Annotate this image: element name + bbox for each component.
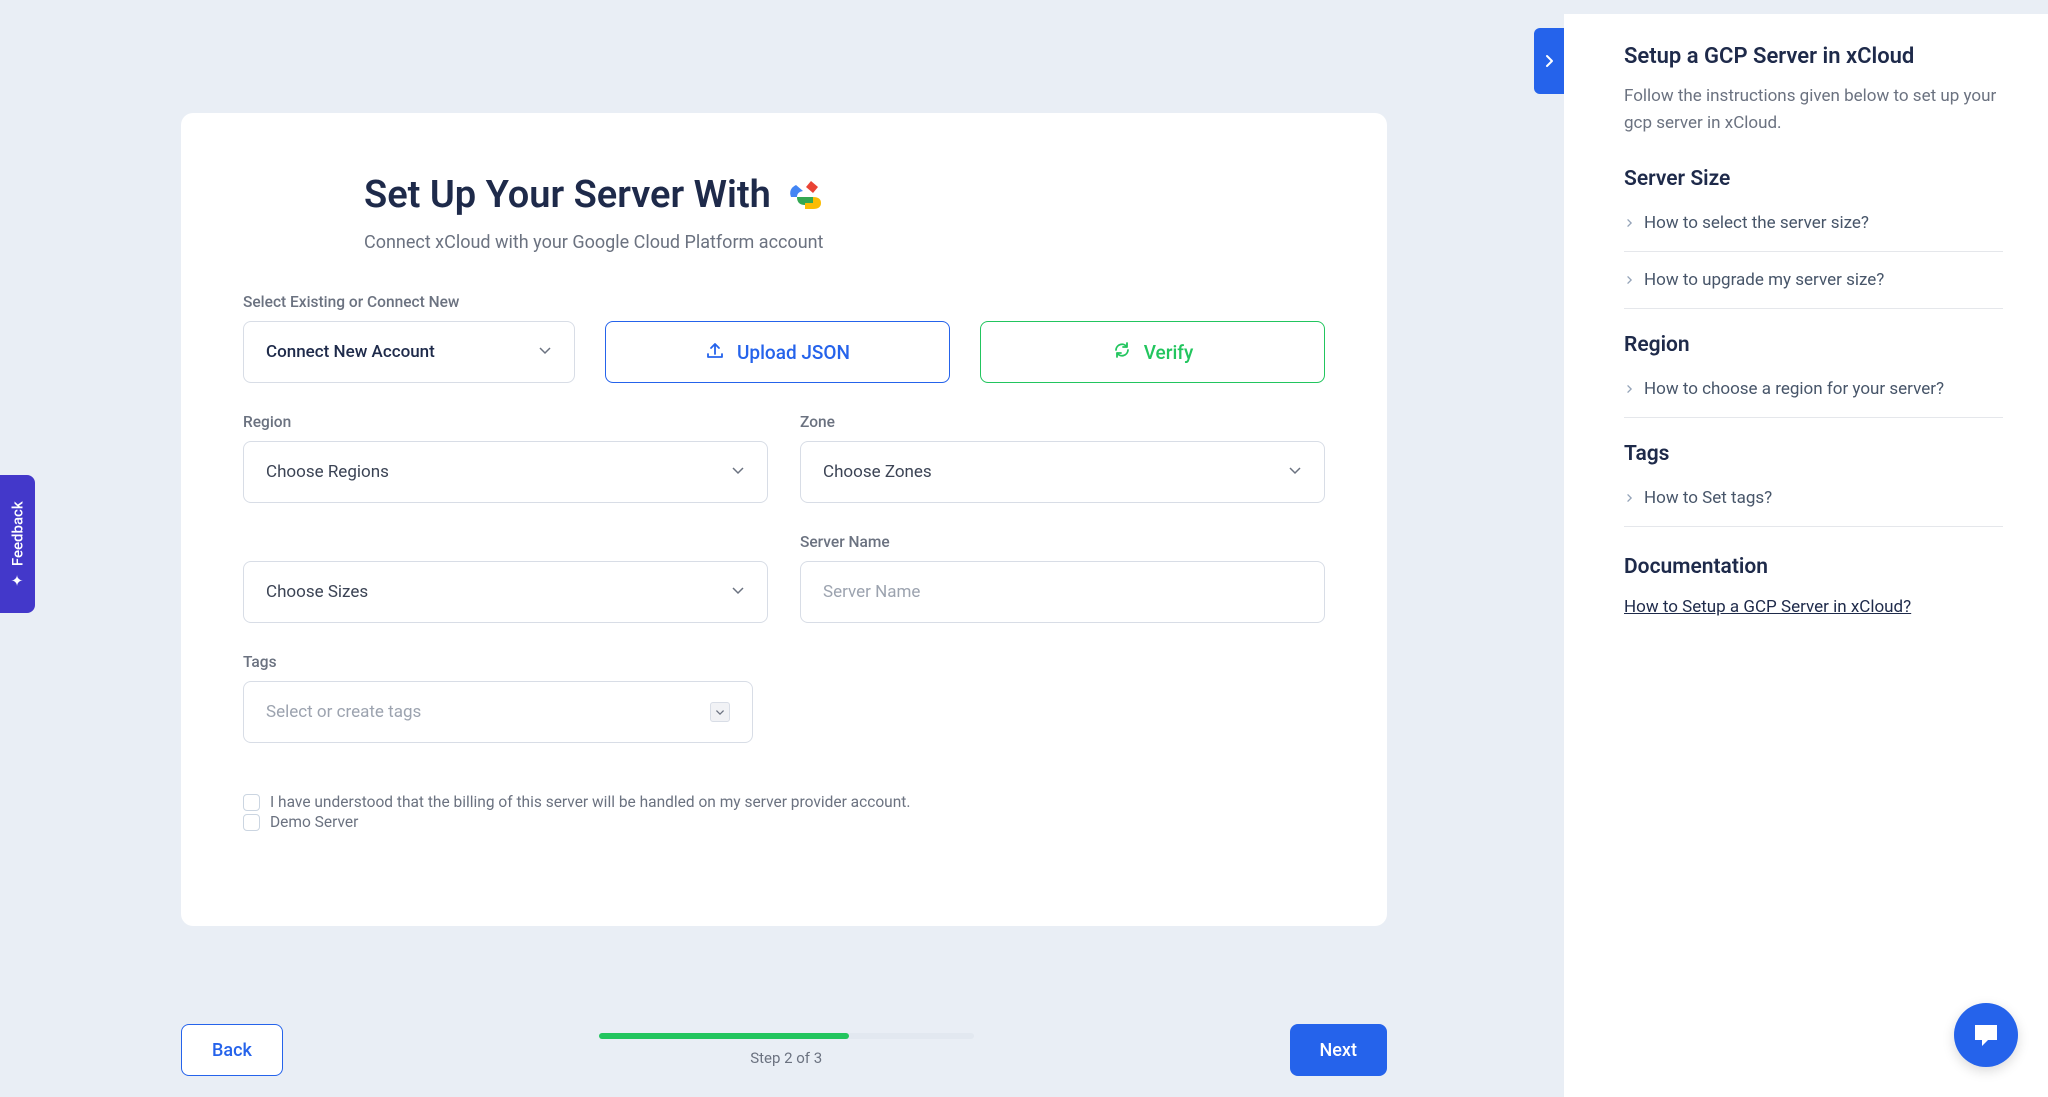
back-button[interactable]: Back [181,1024,283,1076]
help-sidebar: Setup a GCP Server in xCloud Follow the … [1564,14,2048,1097]
progress-wrap: Step 2 of 3 [599,1033,974,1067]
verify-button[interactable]: Verify [980,321,1325,383]
chevron-down-icon [538,342,552,362]
demo-checkbox-row: Demo Server [243,813,1325,831]
doc-heading: Documentation [1624,555,2003,579]
zone-placeholder: Choose Zones [823,462,932,482]
feedback-text: Feedback [9,501,27,566]
tags-label: Tags [243,653,1325,671]
verify-label: Verify [1144,341,1194,364]
region-dropdown[interactable]: Choose Regions [243,441,768,503]
chevron-right-icon [1624,379,1634,399]
chevron-right-icon [1624,270,1634,290]
billing-checkbox-row: I have understood that the billing of th… [243,793,1325,811]
servername-label: Server Name [800,533,1325,551]
chat-button[interactable] [1954,1003,2018,1067]
chevron-down-icon [710,702,730,722]
faq-text: How to choose a region for your server? [1644,379,1944,399]
page-title: Set Up Your Server With [364,173,827,217]
account-label: Select Existing or Connect New [243,293,1325,311]
chevron-right-icon [1624,213,1634,233]
faq-item[interactable]: How to Set tags? [1624,470,2003,527]
sidebar-title: Setup a GCP Server in xCloud [1624,44,2003,69]
step-text: Step 2 of 3 [599,1049,974,1067]
region-label: Region [243,413,768,431]
faq-item[interactable]: How to upgrade my server size? [1624,252,2003,309]
sparkle-icon: ✦ [9,574,27,587]
region-placeholder: Choose Regions [266,462,389,482]
tags-placeholder: Select or create tags [266,702,421,722]
sidebar-section-heading: Tags [1624,442,2003,466]
size-placeholder: Choose Sizes [266,582,368,602]
demo-label: Demo Server [270,813,358,831]
faq-text: How to upgrade my server size? [1644,270,1884,290]
faq-item[interactable]: How to select the server size? [1624,195,2003,252]
size-dropdown[interactable]: Choose Sizes [243,561,768,623]
gcp-cloud-icon [783,175,827,215]
faq-text: How to select the server size? [1644,213,1869,233]
chevron-right-icon [1624,488,1634,508]
refresh-icon [1112,340,1132,365]
servername-input[interactable] [800,561,1325,623]
progress-bar [599,1033,974,1039]
demo-checkbox[interactable] [243,814,260,831]
title-text: Set Up Your Server With [364,173,771,217]
upload-label: Upload JSON [737,341,850,364]
zone-dropdown[interactable]: Choose Zones [800,441,1325,503]
sidebar-desc: Follow the instructions given below to s… [1624,83,2003,137]
account-value: Connect New Account [266,342,435,362]
footer-bar: Back Step 2 of 3 Next [181,1024,1387,1076]
progress-fill [599,1033,849,1039]
feedback-tab[interactable]: ✦ Feedback [0,475,35,613]
tags-dropdown[interactable]: Select or create tags [243,681,753,743]
upload-icon [705,340,725,365]
faq-text: How to Set tags? [1644,488,1772,508]
form-section: Select Existing or Connect New Connect N… [243,293,1325,831]
chevron-down-icon [1288,462,1302,482]
subtitle: Connect xCloud with your Google Cloud Pl… [364,232,1325,253]
next-button[interactable]: Next [1290,1024,1387,1076]
account-dropdown[interactable]: Connect New Account [243,321,575,383]
sidebar-toggle[interactable] [1534,28,1564,94]
sidebar-section-heading: Region [1624,333,2003,357]
sidebar-section-heading: Server Size [1624,167,2003,191]
account-row: Connect New Account Upload JSON Verify [243,321,1325,383]
billing-disclaimer: I have understood that the billing of th… [270,793,910,811]
billing-checkbox[interactable] [243,794,260,811]
header-section: Set Up Your Server With Connect xCloud w… [243,173,1325,253]
faq-item[interactable]: How to choose a region for your server? [1624,361,2003,418]
main-card: Set Up Your Server With Connect xCloud w… [181,113,1387,926]
zone-label: Zone [800,413,1325,431]
chevron-down-icon [731,462,745,482]
upload-json-button[interactable]: Upload JSON [605,321,950,383]
doc-link[interactable]: How to Setup a GCP Server in xCloud? [1624,597,1911,617]
chevron-down-icon [731,582,745,602]
